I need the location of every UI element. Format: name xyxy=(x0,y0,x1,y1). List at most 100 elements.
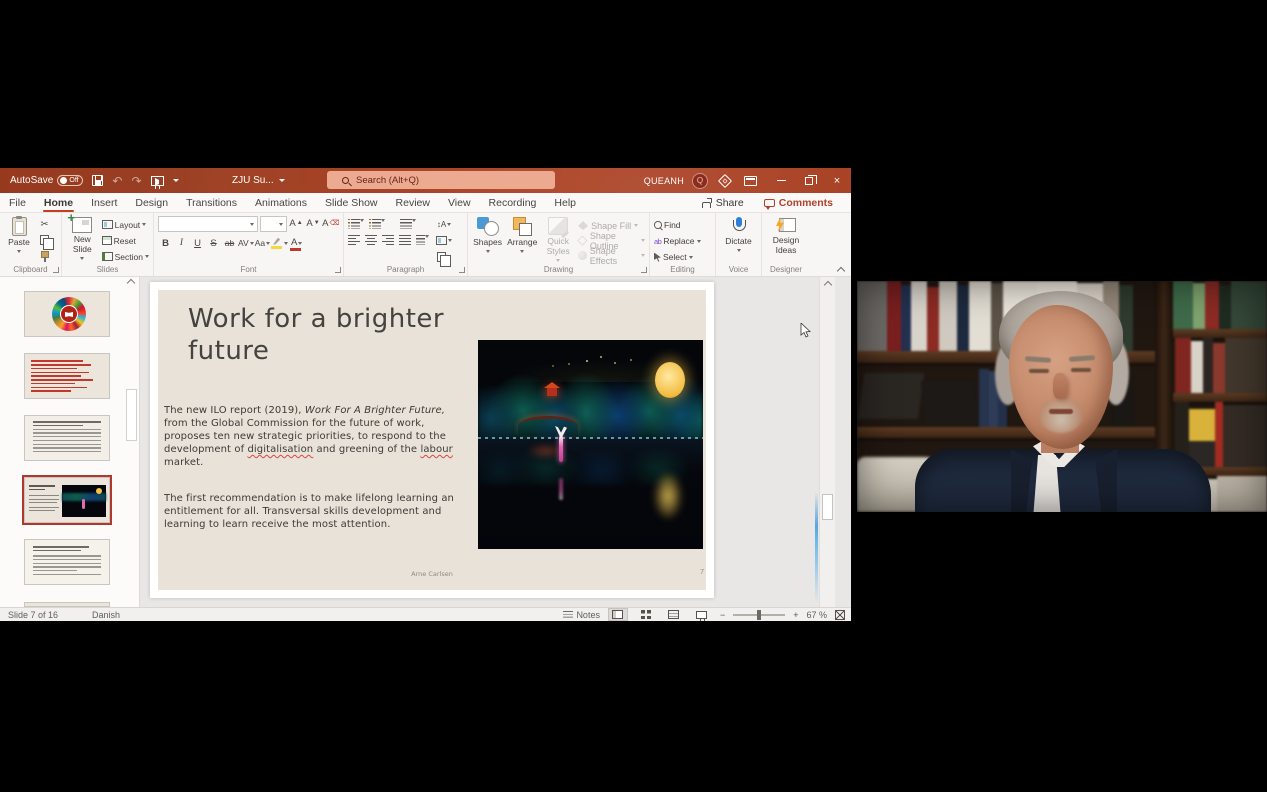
thumb-scrollbar[interactable] xyxy=(126,389,137,441)
section-button[interactable]: Section xyxy=(102,250,149,263)
select-button[interactable]: Select xyxy=(654,251,701,263)
font-color-button[interactable]: A xyxy=(289,236,304,250)
quick-styles-button[interactable]: Quick Styles xyxy=(541,216,575,263)
webcam-video-feed[interactable] xyxy=(857,281,1267,512)
save-icon[interactable] xyxy=(92,175,103,186)
numbering-button[interactable] xyxy=(369,219,385,229)
zoom-in-button[interactable]: + xyxy=(793,610,798,620)
change-case-button[interactable]: Aa xyxy=(255,236,270,250)
tab-review[interactable]: Review xyxy=(387,193,439,212)
tab-home[interactable]: Home xyxy=(35,193,82,212)
italic-button[interactable]: I xyxy=(174,236,189,250)
cut-button[interactable]: ✂ xyxy=(37,218,52,230)
autosave-toggle[interactable]: AutoSave Off xyxy=(10,175,83,186)
user-name[interactable]: QUEANH xyxy=(644,176,684,186)
language-indicator[interactable]: Danish xyxy=(92,610,120,620)
document-title[interactable]: ZJU Su... xyxy=(232,168,285,193)
close-button[interactable]: × xyxy=(823,168,851,193)
thumbnail-slide-6[interactable] xyxy=(24,415,110,461)
slide-counter[interactable]: Slide 7 of 16 xyxy=(8,610,58,620)
slide-title[interactable]: Work for a brighter future xyxy=(188,304,468,367)
tab-transitions[interactable]: Transitions xyxy=(177,193,246,212)
collapse-ribbon-icon[interactable] xyxy=(838,267,845,272)
notes-button[interactable]: Notes xyxy=(563,610,600,620)
paste-button[interactable]: Paste xyxy=(4,216,34,263)
thumbnail-slide-4[interactable] xyxy=(24,291,110,337)
tab-view[interactable]: View xyxy=(439,193,480,212)
font-dialog-launcher-icon[interactable] xyxy=(335,267,341,273)
layout-button[interactable]: Layout xyxy=(102,218,149,231)
comments-button[interactable]: Comments xyxy=(756,195,841,211)
drawing-dialog-launcher-icon[interactable] xyxy=(641,267,647,273)
tab-file[interactable]: File xyxy=(0,193,35,212)
text-direction-button[interactable]: ↕A xyxy=(436,218,452,230)
tab-design[interactable]: Design xyxy=(126,193,177,212)
minimize-button[interactable] xyxy=(767,168,795,193)
font-name-combo[interactable] xyxy=(158,216,258,232)
arrange-button[interactable]: Arrange xyxy=(506,216,538,263)
copy-button[interactable] xyxy=(37,234,52,246)
autosave-switch-icon[interactable]: Off xyxy=(57,175,83,186)
grow-font-button[interactable]: A▲ xyxy=(289,216,304,230)
search-input[interactable]: Search (Alt+Q) xyxy=(327,171,555,189)
clipboard-dialog-launcher-icon[interactable] xyxy=(53,267,59,273)
new-slide-button[interactable]: New Slide xyxy=(66,216,99,263)
reading-view-button[interactable] xyxy=(664,608,684,621)
tab-insert[interactable]: Insert xyxy=(82,193,126,212)
thumbnail-slide-8[interactable] xyxy=(24,539,110,585)
share-button[interactable]: Share xyxy=(694,195,752,211)
align-right-button[interactable] xyxy=(382,235,394,245)
slideshow-view-button[interactable] xyxy=(692,608,712,621)
justify-button[interactable] xyxy=(399,235,411,245)
highlight-button[interactable] xyxy=(271,236,288,250)
zoom-out-button[interactable]: − xyxy=(720,610,725,620)
font-size-combo[interactable] xyxy=(260,216,287,232)
shape-effects-button[interactable]: Shape Effects xyxy=(578,249,645,262)
thumbnail-slide-7-selected[interactable] xyxy=(24,477,110,523)
restore-button[interactable] xyxy=(795,168,823,193)
scroll-up-icon[interactable] xyxy=(824,281,832,289)
scrollbar-thumb[interactable] xyxy=(822,494,833,520)
vertical-scrollbar[interactable] xyxy=(819,277,835,607)
line-spacing-button[interactable] xyxy=(400,219,416,229)
gem-icon[interactable] xyxy=(718,173,732,187)
fit-window-icon[interactable] xyxy=(835,610,845,620)
ribbon-options-icon[interactable] xyxy=(744,176,757,186)
slide-body-text[interactable]: The new ILO report (2019), Work For A Br… xyxy=(164,404,466,531)
strikethrough-button[interactable]: S xyxy=(206,236,221,250)
avatar[interactable]: Q xyxy=(692,173,708,189)
tab-animations[interactable]: Animations xyxy=(246,193,316,212)
start-slideshow-icon[interactable] xyxy=(151,176,164,186)
bullets-button[interactable] xyxy=(348,219,364,229)
character-spacing-button[interactable]: AV xyxy=(238,236,254,250)
slide-sorter-button[interactable] xyxy=(636,608,656,621)
replace-button[interactable]: abReplace xyxy=(654,235,701,247)
clear-formatting-button[interactable]: A⌫ xyxy=(323,216,339,230)
reset-button[interactable]: Reset xyxy=(102,234,149,247)
thumbnail-slide-5[interactable] xyxy=(24,353,110,399)
smartart-button[interactable] xyxy=(436,251,452,263)
normal-view-button[interactable] xyxy=(608,608,628,621)
customize-toolbar-icon[interactable] xyxy=(173,179,179,182)
zoom-slider-thumb[interactable] xyxy=(757,610,761,620)
strike-ab-button[interactable]: ab xyxy=(222,236,237,250)
columns-button[interactable] xyxy=(416,235,429,245)
tab-recording[interactable]: Recording xyxy=(480,193,546,212)
align-center-button[interactable] xyxy=(365,235,377,245)
design-ideas-button[interactable]: Design Ideas xyxy=(766,216,806,263)
zoom-level[interactable]: 67 % xyxy=(806,610,827,620)
slide-page[interactable]: Work for a brighter future The new ILO r… xyxy=(150,282,714,598)
format-painter-button[interactable] xyxy=(37,251,52,263)
shapes-button[interactable]: Shapes xyxy=(472,216,503,263)
slide-image-night-scene[interactable] xyxy=(478,340,703,549)
tab-help[interactable]: Help xyxy=(545,193,585,212)
shrink-font-button[interactable]: A▼ xyxy=(306,216,321,230)
undo-icon[interactable]: ↶ xyxy=(112,175,122,187)
zoom-slider[interactable] xyxy=(733,614,785,616)
dictate-button[interactable]: Dictate xyxy=(722,216,754,263)
underline-button[interactable]: U xyxy=(190,236,205,250)
thumb-scroll-up-icon[interactable] xyxy=(127,279,135,287)
redo-icon[interactable]: ↷ xyxy=(131,175,141,187)
align-text-button[interactable] xyxy=(436,234,452,246)
paragraph-dialog-launcher-icon[interactable] xyxy=(459,267,465,273)
